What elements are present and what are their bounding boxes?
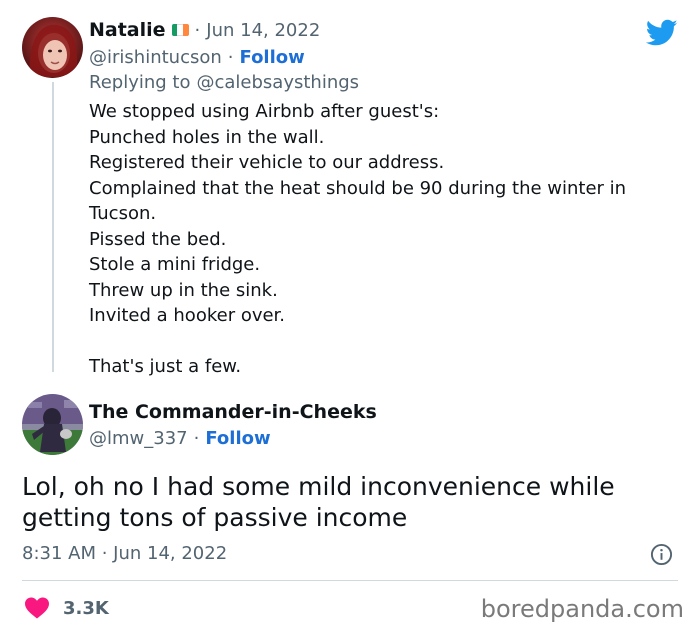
info-icon[interactable] [650,543,673,566]
reply-line: Complained that the heat should be 90 du… [89,177,627,199]
follow-button[interactable]: Follow [240,47,305,68]
reply-header: Natalie · Jun 14, 2022 [89,17,320,43]
replying-to-row: Replying to @calebsaysthings [89,69,359,95]
reply-line: Threw up in the sink. [89,279,278,301]
handle-separator: · [227,46,234,68]
date-separator: · [194,19,201,41]
reply-line: That's just a few. [89,356,242,377]
reply-line [89,329,684,355]
main-author-row: The Commander-in-Cheeks [89,399,377,425]
watermark: boredpanda.com [480,595,684,623]
reply-line: Invited a hooker over. [89,305,286,326]
reply-handle-row: @irishintucson · Follow [89,44,305,70]
heart-icon [25,597,49,619]
replying-to-prefix: Replying to [89,71,191,93]
main-author-avatar[interactable] [22,394,83,455]
main-author-handle[interactable]: @lmw_337 [89,428,188,449]
handle-separator: · [193,427,200,449]
reply-body: We stopped using Airbnb after guest's: P… [89,99,684,380]
reply-line: Stole a mini fridge. [89,254,261,275]
reply-line: Registered their vehicle to our address. [89,152,445,173]
reply-line: We stopped using Airbnb after guest's: [89,101,440,122]
reply-line: Pissed the bed. [89,228,227,250]
footer-divider [22,580,678,581]
thread-connector-line [52,82,54,372]
main-author-name[interactable]: The Commander-in-Cheeks [89,401,377,423]
main-handle-row: @lmw_337 · Follow [89,425,271,451]
reply-author-avatar[interactable] [22,17,83,78]
reply-line: Tucson. [89,203,157,224]
main-tweet-timestamp[interactable]: 8:31 AM · Jun 14, 2022 [22,541,227,567]
main-tweet-text: Lol, oh no I had some mild inconvenience… [22,472,615,532]
like-count: 3.3K [63,597,109,619]
twitter-bird-icon[interactable] [645,19,678,47]
reply-author-handle[interactable]: @irishintucson [89,47,222,68]
reply-author-name[interactable]: Natalie [89,19,166,41]
replying-to-handle[interactable]: @calebsaysthings [196,72,359,93]
follow-button[interactable]: Follow [205,428,270,449]
ireland-flag-icon [171,24,189,36]
like-button[interactable]: 3.3K [25,594,109,622]
reply-date[interactable]: Jun 14, 2022 [206,20,320,41]
reply-line: Punched holes in the wall. [89,126,325,148]
